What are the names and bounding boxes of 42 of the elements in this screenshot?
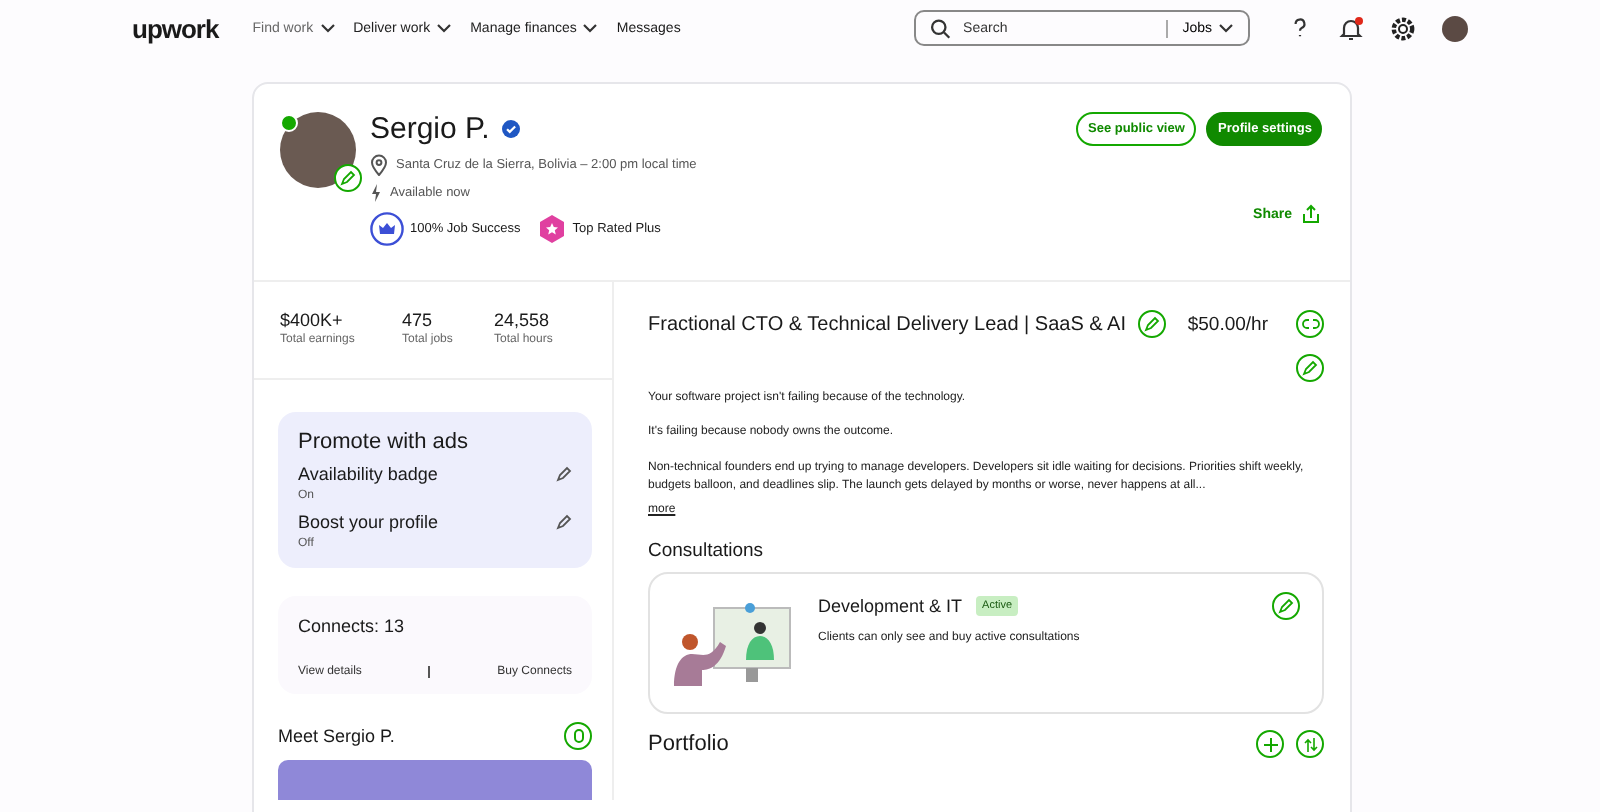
settings-icon[interactable] bbox=[1390, 15, 1416, 41]
crown-badge-icon bbox=[370, 212, 404, 246]
search-icon bbox=[930, 17, 952, 39]
section-title: Consultations bbox=[648, 540, 766, 563]
edit-button[interactable] bbox=[1138, 310, 1167, 338]
link-button[interactable] bbox=[1296, 310, 1324, 338]
stat-value: 24,558 bbox=[494, 310, 552, 330]
plus-icon bbox=[1263, 737, 1277, 752]
caret-icon bbox=[436, 22, 453, 34]
promote-item-name: Availability badge bbox=[298, 464, 438, 484]
notification-bell-icon[interactable] bbox=[1338, 15, 1364, 41]
hexagon-badge-icon bbox=[538, 214, 567, 244]
caret-icon bbox=[319, 22, 336, 34]
location-pin-icon bbox=[370, 154, 388, 176]
stat-value: 475 bbox=[402, 310, 435, 330]
caret-icon bbox=[582, 22, 599, 34]
consultation-title: Development & IT bbox=[818, 596, 963, 617]
up-down-arrows-icon bbox=[1303, 737, 1317, 752]
edit-button[interactable] bbox=[1296, 354, 1324, 382]
edit-icon[interactable] bbox=[556, 514, 572, 530]
logo[interactable]: upwork bbox=[132, 13, 219, 43]
promote-title: Promote with ads bbox=[298, 430, 470, 454]
edit-photo-button[interactable] bbox=[334, 164, 362, 192]
connects-title: Connects: 13 bbox=[298, 616, 407, 636]
lightning-icon bbox=[370, 184, 382, 202]
link-icon bbox=[1301, 318, 1319, 330]
profile-name: Sergio P. bbox=[370, 112, 490, 146]
reorder-button[interactable] bbox=[1296, 730, 1324, 759]
stat-value: $400K+ bbox=[280, 310, 345, 330]
add-button[interactable] bbox=[1256, 730, 1284, 759]
promote-item-name: Boost your profile bbox=[298, 512, 439, 532]
edit-button[interactable] bbox=[1272, 592, 1300, 621]
profile-headline: Fractional CTO & Technical Delivery Lead | SaaS & AI bbox=[648, 313, 1127, 335]
share-icon bbox=[1302, 204, 1320, 224]
user-avatar[interactable] bbox=[1442, 15, 1468, 41]
avatar-photo-placeholder bbox=[280, 112, 356, 188]
edit-icon[interactable] bbox=[556, 466, 572, 482]
edit-button[interactable] bbox=[564, 722, 592, 750]
caret-icon bbox=[1218, 22, 1234, 34]
hourly-rate: $50.00/hr bbox=[1187, 313, 1268, 335]
section-title: Meet Sergio P. bbox=[278, 726, 395, 746]
section-title: Portfolio bbox=[648, 732, 729, 757]
